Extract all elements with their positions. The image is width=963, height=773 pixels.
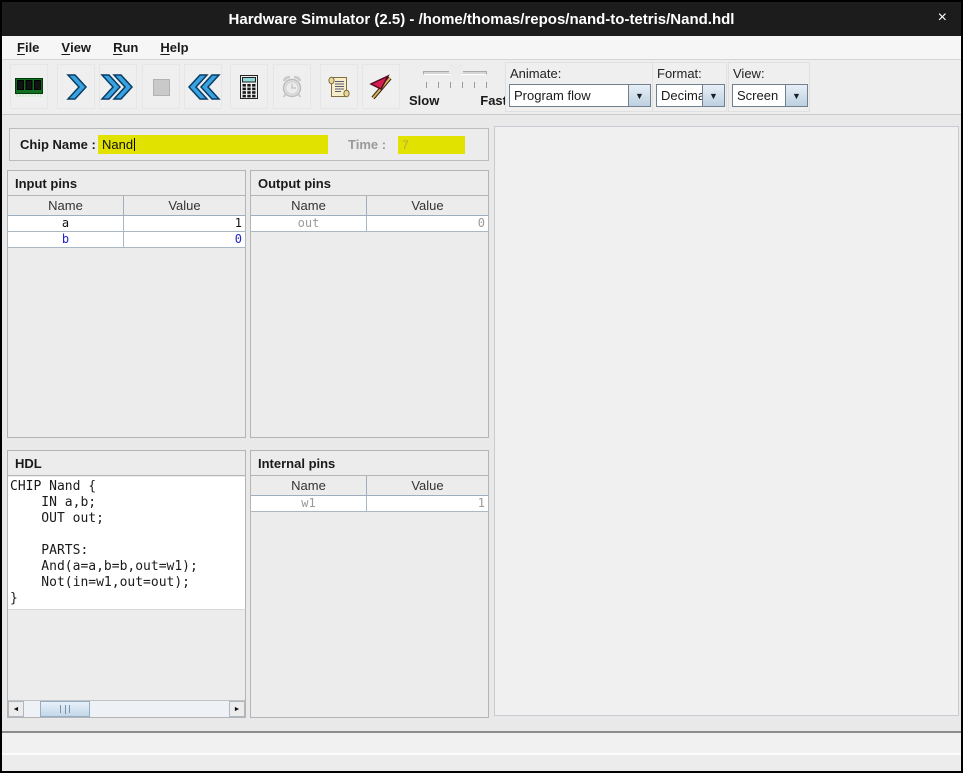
pin-value[interactable]: 1 — [367, 496, 488, 511]
menu-help[interactable]: Help — [149, 36, 199, 59]
animate-group: Animate: Program flow ▼ — [505, 62, 653, 112]
pin-name: out — [251, 216, 367, 231]
input-pins-panel: Input pins NameValuea1b0 — [7, 170, 246, 438]
hardware-simulator-window: Hardware Simulator (2.5) - /home/thomas/… — [0, 0, 963, 773]
menu-run[interactable]: Run — [102, 36, 149, 59]
rewind-icon — [185, 73, 221, 101]
output-pins-panel: Output pins NameValueout0 — [250, 170, 489, 438]
hdl-code-editor[interactable]: CHIP Nand { IN a,b; OUT out; PARTS: And(… — [8, 477, 245, 610]
format-value: Decimal — [657, 85, 702, 106]
speed-slider-ticks — [426, 82, 488, 88]
hdl-title: HDL — [8, 451, 245, 476]
column-header-value[interactable]: Value — [367, 476, 488, 495]
column-header-value[interactable]: Value — [124, 196, 245, 215]
internal-pins-table: NameValuew11 — [251, 476, 488, 512]
internal-pins-title: Internal pins — [251, 451, 488, 476]
window-title: Hardware Simulator (2.5) - /home/thomas/… — [229, 11, 735, 28]
run-button[interactable] — [99, 64, 137, 109]
scrollbar-track[interactable] — [24, 701, 229, 717]
view-dropdown[interactable]: Screen ▼ — [732, 84, 808, 107]
view-label: View: — [733, 66, 765, 81]
fast-forward-icon — [100, 73, 136, 101]
scroll-left-icon[interactable]: ◄ — [8, 701, 24, 717]
toolbar: Slow Fast Animate: Program flow ▼ Format… — [2, 60, 961, 115]
time-text: 7 — [402, 138, 409, 152]
pin-value[interactable]: 1 — [124, 216, 245, 231]
view-script-button[interactable] — [320, 64, 358, 109]
slider-slow-label: Slow — [409, 93, 439, 108]
menu-file[interactable]: File — [6, 36, 50, 59]
pin-name: a — [8, 216, 124, 231]
animate-label: Animate: — [510, 66, 561, 81]
status-bar — [2, 731, 961, 771]
chip-name-label: Chip Name : — [20, 129, 96, 160]
load-chip-button[interactable] — [10, 64, 48, 109]
hdl-panel: HDL CHIP Nand { IN a,b; OUT out; PARTS: … — [7, 450, 246, 718]
input-pins-title: Input pins — [8, 171, 245, 196]
main-content: Chip Name : Nand Time : 7 Input pins Nam… — [2, 115, 961, 731]
pin-name: b — [8, 232, 124, 247]
hdl-horizontal-scrollbar: ◄ ► — [8, 700, 245, 717]
input-pins-table: NameValuea1b0 — [8, 196, 245, 248]
pin-name: w1 — [251, 496, 367, 511]
view-value: Screen — [733, 85, 785, 106]
speed-slider: Slow Fast — [407, 62, 507, 112]
slider-fast-label: Fast — [480, 93, 507, 108]
pin-table-header: NameValue — [251, 476, 488, 496]
animate-dropdown[interactable]: Program flow ▼ — [509, 84, 651, 107]
chevron-down-icon[interactable]: ▼ — [785, 85, 807, 106]
memory-chip-icon — [13, 74, 45, 100]
speed-slider-thumb[interactable] — [449, 64, 463, 80]
pin-row-out: out0 — [251, 216, 488, 232]
pin-row-a: a1 — [8, 216, 245, 232]
message-bar — [2, 753, 961, 771]
view-group: View: Screen ▼ — [728, 62, 810, 112]
pin-row-b: b0 — [8, 232, 245, 248]
pin-row-w1: w11 — [251, 496, 488, 512]
pin-table-header: NameValue — [8, 196, 245, 216]
scroll-right-icon[interactable]: ► — [229, 701, 245, 717]
column-header-value[interactable]: Value — [367, 196, 488, 215]
breakpoints-button[interactable] — [362, 64, 400, 109]
close-icon[interactable]: × — [938, 10, 947, 26]
stop-button — [142, 64, 180, 109]
stop-square-icon — [147, 73, 175, 101]
format-group: Format: Decimal ▼ — [652, 62, 727, 112]
format-dropdown[interactable]: Decimal ▼ — [656, 84, 725, 107]
chip-name-input[interactable]: Nand — [98, 135, 328, 154]
column-header-name[interactable]: Name — [8, 196, 124, 215]
column-header-name[interactable]: Name — [251, 196, 367, 215]
pin-value[interactable]: 0 — [367, 216, 488, 231]
red-flag-icon — [367, 73, 395, 101]
menu-view[interactable]: View — [50, 36, 102, 59]
evaluate-button[interactable] — [230, 64, 268, 109]
chevron-down-icon[interactable]: ▼ — [702, 85, 724, 106]
reset-button[interactable] — [184, 64, 222, 109]
step-forward-icon — [61, 73, 91, 101]
pin-value[interactable]: 0 — [124, 232, 245, 247]
pin-table-header: NameValue — [251, 196, 488, 216]
output-pins-table: NameValueout0 — [251, 196, 488, 232]
animate-value: Program flow — [510, 85, 628, 106]
scroll-icon — [325, 73, 353, 101]
screen-display-panel — [494, 126, 959, 716]
menu-bar: FileViewRunHelp — [2, 36, 961, 60]
output-pins-title: Output pins — [251, 171, 488, 196]
calculator-icon — [235, 73, 263, 101]
title-bar[interactable]: Hardware Simulator (2.5) - /home/thomas/… — [2, 2, 961, 36]
format-label: Format: — [657, 66, 702, 81]
scrollbar-thumb[interactable] — [40, 701, 90, 717]
time-label: Time : — [348, 129, 386, 160]
chevron-down-icon[interactable]: ▼ — [628, 85, 650, 106]
time-input[interactable]: 7 — [398, 136, 465, 154]
chip-name-bar: Chip Name : Nand Time : 7 — [9, 128, 489, 161]
column-header-name[interactable]: Name — [251, 476, 367, 495]
single-step-button[interactable] — [57, 64, 95, 109]
text-cursor — [134, 138, 135, 151]
clock-tick-button — [273, 64, 311, 109]
internal-pins-panel: Internal pins NameValuew11 — [250, 450, 489, 718]
chip-name-text: Nand — [102, 137, 133, 152]
alarm-clock-icon — [278, 73, 306, 101]
